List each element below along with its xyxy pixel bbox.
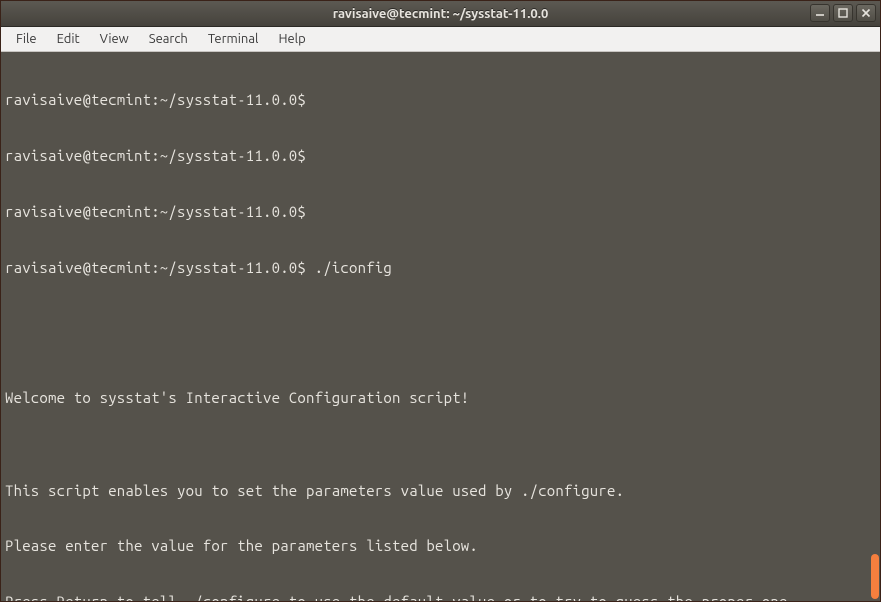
scrollbar[interactable] [869, 52, 880, 601]
menu-terminal[interactable]: Terminal [199, 30, 268, 48]
close-icon [861, 8, 871, 18]
menubar: File Edit View Search Terminal Help [1, 27, 880, 52]
terminal-area[interactable]: ravisaive@tecmint:~/sysstat-11.0.0$ ravi… [1, 52, 880, 601]
close-button[interactable] [856, 4, 876, 22]
terminal-line: Please enter the value for the parameter… [5, 537, 876, 556]
terminal-line: ravisaive@tecmint:~/sysstat-11.0.0$ [5, 147, 876, 166]
terminal-window: ravisaive@tecmint: ~/sysstat-11.0.0 File… [0, 0, 881, 602]
terminal-line: Press Return to tell ./configure to use … [5, 593, 876, 601]
minimize-icon [815, 8, 825, 18]
terminal-line: ravisaive@tecmint:~/sysstat-11.0.0$ [5, 203, 876, 222]
window-controls [810, 4, 876, 22]
menu-view[interactable]: View [91, 30, 138, 48]
maximize-button[interactable] [833, 4, 853, 22]
menu-help[interactable]: Help [269, 30, 314, 48]
terminal-line: ravisaive@tecmint:~/sysstat-11.0.0$ ./ic… [5, 259, 876, 278]
terminal-line: Welcome to sysstat's Interactive Configu… [5, 389, 876, 408]
titlebar[interactable]: ravisaive@tecmint: ~/sysstat-11.0.0 [1, 1, 880, 27]
maximize-icon [838, 8, 848, 18]
terminal-line: ravisaive@tecmint:~/sysstat-11.0.0$ [5, 91, 876, 110]
menu-edit[interactable]: Edit [48, 30, 89, 48]
terminal-line: This script enables you to set the param… [5, 482, 876, 501]
minimize-button[interactable] [810, 4, 830, 22]
scroll-thumb[interactable] [871, 554, 879, 599]
window-title: ravisaive@tecmint: ~/sysstat-11.0.0 [333, 7, 549, 21]
menu-file[interactable]: File [7, 30, 46, 48]
menu-search[interactable]: Search [140, 30, 197, 48]
